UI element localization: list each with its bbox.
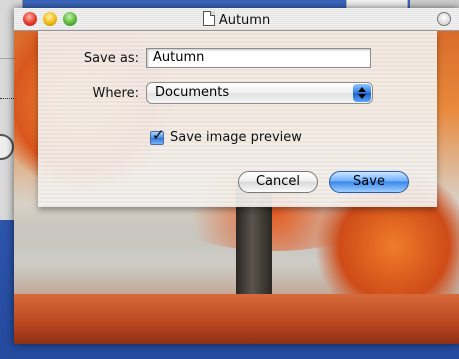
updown-arrows-icon <box>353 84 371 102</box>
save-button[interactable]: Save <box>329 171 409 193</box>
toolbar-toggle-button[interactable] <box>437 12 451 26</box>
save-as-label: Save as: <box>83 51 139 66</box>
document-icon <box>202 11 215 26</box>
disc-icon <box>0 134 14 160</box>
photo-ground <box>14 294 459 344</box>
window-title-area: Autumn <box>14 11 459 28</box>
save-preview-label[interactable]: Save image preview <box>170 130 302 145</box>
cancel-button[interactable]: Cancel <box>238 171 318 193</box>
save-sheet: Save as: Autumn Where: Documents ✓ Save … <box>38 31 437 207</box>
window-title: Autumn <box>218 13 271 28</box>
save-as-field[interactable]: Autumn <box>146 48 371 68</box>
title-bar[interactable]: Autumn <box>14 8 459 31</box>
where-popup[interactable]: Documents <box>146 82 373 104</box>
checkmark-icon: ✓ <box>152 126 165 144</box>
document-window: Autumn Save as: Autumn Where: Documents … <box>14 8 459 344</box>
save-preview-checkbox[interactable]: ✓ <box>150 127 165 145</box>
where-label: Where: <box>92 86 139 101</box>
down-arrow-icon <box>358 94 366 99</box>
up-arrow-icon <box>358 87 366 92</box>
where-popup-value: Documents <box>155 85 230 100</box>
